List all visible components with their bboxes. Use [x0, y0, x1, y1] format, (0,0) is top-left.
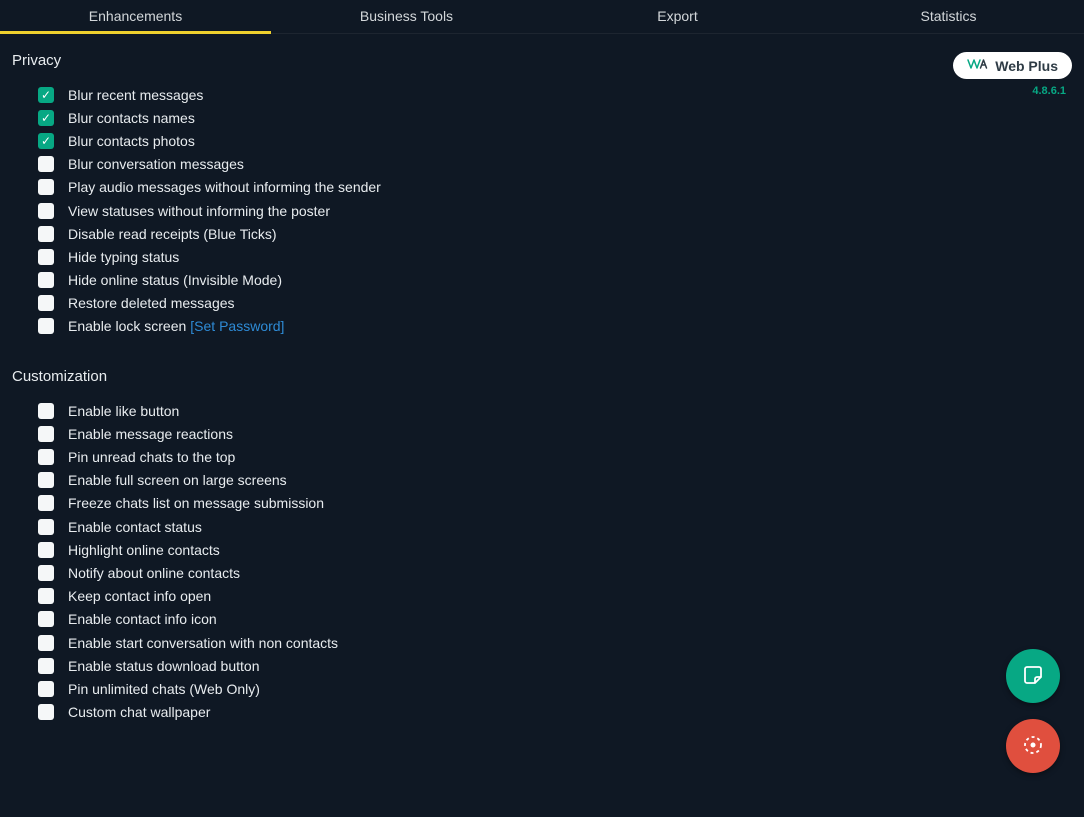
- option-label[interactable]: Enable contact status: [68, 519, 202, 535]
- option-label[interactable]: Notify about online contacts: [68, 565, 240, 581]
- checkbox[interactable]: [38, 658, 54, 674]
- checkbox[interactable]: [38, 318, 54, 334]
- brand-badge[interactable]: Web Plus: [953, 52, 1072, 79]
- option-row: Restore deleted messages: [38, 292, 1072, 315]
- checkbox[interactable]: [38, 519, 54, 535]
- option-label[interactable]: Pin unread chats to the top: [68, 449, 235, 465]
- checkbox[interactable]: [38, 495, 54, 511]
- customization-options-list: Enable like button Enable message reactio…: [12, 399, 1072, 724]
- checkbox[interactable]: [38, 611, 54, 627]
- checkbox[interactable]: [38, 295, 54, 311]
- option-label[interactable]: Blur recent messages: [68, 87, 203, 103]
- tab-statistics[interactable]: Statistics: [813, 0, 1084, 33]
- option-label[interactable]: Enable status download button: [68, 658, 259, 674]
- option-row: Enable like button: [38, 399, 1072, 422]
- checkbox[interactable]: [38, 681, 54, 697]
- set-password-link[interactable]: [Set Password]: [190, 318, 284, 334]
- wa-logo-icon: [967, 57, 989, 74]
- option-label[interactable]: View statuses without informing the post…: [68, 203, 330, 219]
- sticker-fab-button[interactable]: [1006, 649, 1060, 703]
- option-label[interactable]: Blur conversation messages: [68, 156, 244, 172]
- option-label[interactable]: Blur contacts photos: [68, 133, 195, 149]
- checkbox[interactable]: [38, 588, 54, 604]
- tab-bar: EnhancementsBusiness ToolsExportStatisti…: [0, 0, 1084, 34]
- option-label[interactable]: Keep contact info open: [68, 588, 211, 604]
- option-label[interactable]: Enable lock screen[Set Password]: [68, 318, 284, 334]
- option-row: Pin unlimited chats (Web Only): [38, 677, 1072, 700]
- brand-badge-text: Web Plus: [995, 58, 1058, 74]
- option-label[interactable]: Enable like button: [68, 403, 179, 419]
- option-row: Highlight online contacts: [38, 538, 1072, 561]
- option-row: ✓ Blur recent messages: [38, 83, 1072, 106]
- option-row: Enable full screen on large screens: [38, 469, 1072, 492]
- checkbox[interactable]: [38, 249, 54, 265]
- option-row: Keep contact info open: [38, 585, 1072, 608]
- checkbox[interactable]: [38, 179, 54, 195]
- option-label[interactable]: Hide typing status: [68, 249, 179, 265]
- option-row: Enable contact info icon: [38, 608, 1072, 631]
- section-title-privacy: Privacy: [12, 52, 1072, 69]
- checkbox[interactable]: ✓: [38, 110, 54, 126]
- option-label[interactable]: Custom chat wallpaper: [68, 704, 210, 720]
- option-row: Notify about online contacts: [38, 561, 1072, 584]
- option-row: ✓ Blur contacts names: [38, 106, 1072, 129]
- option-row: Custom chat wallpaper: [38, 701, 1072, 724]
- content-area: Privacy ✓ Blur recent messages ✓ Blur conta…: [0, 34, 1084, 724]
- sticker-icon: [1021, 663, 1045, 690]
- tab-export[interactable]: Export: [542, 0, 813, 33]
- checkbox[interactable]: [38, 403, 54, 419]
- tab-enhancements[interactable]: Enhancements: [0, 0, 271, 33]
- option-label[interactable]: Play audio messages without informing th…: [68, 179, 381, 195]
- option-row: Disable read receipts (Blue Ticks): [38, 222, 1072, 245]
- option-label[interactable]: Pin unlimited chats (Web Only): [68, 681, 260, 697]
- option-label[interactable]: Blur contacts names: [68, 110, 195, 126]
- option-row: Hide online status (Invisible Mode): [38, 269, 1072, 292]
- option-label[interactable]: Hide online status (Invisible Mode): [68, 272, 282, 288]
- section-title-customization: Customization: [12, 368, 1072, 385]
- option-row: Hide typing status: [38, 245, 1072, 268]
- brand-badge-wrap: Web Plus 4.8.6.1: [953, 52, 1072, 97]
- checkbox[interactable]: [38, 704, 54, 720]
- version-label: 4.8.6.1: [953, 85, 1072, 97]
- checkbox[interactable]: [38, 449, 54, 465]
- privacy-options-list: ✓ Blur recent messages ✓ Blur contacts name…: [12, 83, 1072, 338]
- option-row: Enable lock screen[Set Password]: [38, 315, 1072, 338]
- option-label[interactable]: Enable start conversation with non conta…: [68, 635, 338, 651]
- checkbox[interactable]: ✓: [38, 87, 54, 103]
- option-row: Enable start conversation with non conta…: [38, 631, 1072, 654]
- record-fab-button[interactable]: [1006, 719, 1060, 773]
- option-label[interactable]: Restore deleted messages: [68, 295, 235, 311]
- option-row: Enable status download button: [38, 654, 1072, 677]
- option-label[interactable]: Highlight online contacts: [68, 542, 220, 558]
- checkbox[interactable]: [38, 542, 54, 558]
- option-row: Freeze chats list on message submission: [38, 492, 1072, 515]
- option-row: Enable message reactions: [38, 422, 1072, 445]
- checkbox[interactable]: [38, 565, 54, 581]
- option-label[interactable]: Enable contact info icon: [68, 611, 217, 627]
- checkbox[interactable]: [38, 635, 54, 651]
- option-row: ✓ Blur contacts photos: [38, 129, 1072, 152]
- target-icon: [1021, 733, 1045, 760]
- option-row: Enable contact status: [38, 515, 1072, 538]
- checkbox[interactable]: [38, 272, 54, 288]
- tab-business-tools[interactable]: Business Tools: [271, 0, 542, 33]
- checkbox[interactable]: [38, 472, 54, 488]
- checkbox[interactable]: [38, 203, 54, 219]
- option-label[interactable]: Disable read receipts (Blue Ticks): [68, 226, 277, 242]
- checkbox[interactable]: [38, 426, 54, 442]
- option-row: Play audio messages without informing th…: [38, 176, 1072, 199]
- option-row: Blur conversation messages: [38, 153, 1072, 176]
- option-label[interactable]: Freeze chats list on message submission: [68, 495, 324, 511]
- checkbox[interactable]: [38, 156, 54, 172]
- checkbox[interactable]: [38, 226, 54, 242]
- option-label[interactable]: Enable full screen on large screens: [68, 472, 287, 488]
- option-label[interactable]: Enable message reactions: [68, 426, 233, 442]
- option-row: View statuses without informing the post…: [38, 199, 1072, 222]
- option-row: Pin unread chats to the top: [38, 445, 1072, 468]
- checkbox[interactable]: ✓: [38, 133, 54, 149]
